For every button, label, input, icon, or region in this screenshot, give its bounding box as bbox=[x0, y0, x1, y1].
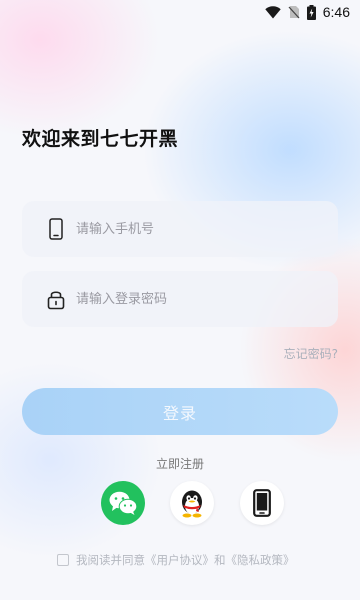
lock-icon bbox=[45, 288, 67, 310]
agreement-prefix: 我阅读并同意 bbox=[76, 553, 145, 567]
battery-charging-icon bbox=[306, 4, 316, 20]
register-link[interactable]: 立即注册 bbox=[0, 455, 360, 472]
phone-login-button[interactable] bbox=[240, 481, 284, 525]
qq-login-button[interactable] bbox=[170, 481, 214, 525]
phone-input[interactable] bbox=[76, 214, 316, 244]
agreement-conjunction: 和 bbox=[214, 553, 226, 567]
phone-field[interactable] bbox=[22, 201, 338, 257]
agreement-row: 我阅读并同意 《用户协议》 和 《隐私政策》 bbox=[57, 552, 295, 568]
qq-penguin-icon bbox=[182, 490, 202, 518]
password-input[interactable] bbox=[76, 284, 316, 314]
login-button[interactable]: 登录 bbox=[22, 388, 338, 435]
wechat-icon bbox=[109, 491, 138, 515]
mobile-phone-icon bbox=[45, 218, 67, 240]
social-login-row bbox=[0, 481, 360, 525]
no-sim-icon bbox=[288, 6, 300, 19]
password-field[interactable] bbox=[22, 271, 338, 327]
status-bar: 6:46 bbox=[0, 0, 360, 24]
forgot-password-link[interactable]: 忘记密码? bbox=[284, 345, 338, 362]
wechat-login-button[interactable] bbox=[101, 481, 145, 525]
register-label[interactable]: 立即注册 bbox=[156, 457, 204, 471]
phone-icon bbox=[253, 489, 271, 517]
wifi-icon bbox=[265, 6, 281, 19]
agreement-checkbox[interactable] bbox=[57, 554, 69, 566]
privacy-policy-link[interactable]: 《隐私政策》 bbox=[226, 552, 295, 568]
status-time: 6:46 bbox=[322, 4, 350, 20]
user-agreement-link[interactable]: 《用户协议》 bbox=[145, 552, 214, 568]
status-icons: 6:46 bbox=[265, 3, 350, 21]
page-title: 欢迎来到七七开黑 bbox=[22, 128, 179, 150]
